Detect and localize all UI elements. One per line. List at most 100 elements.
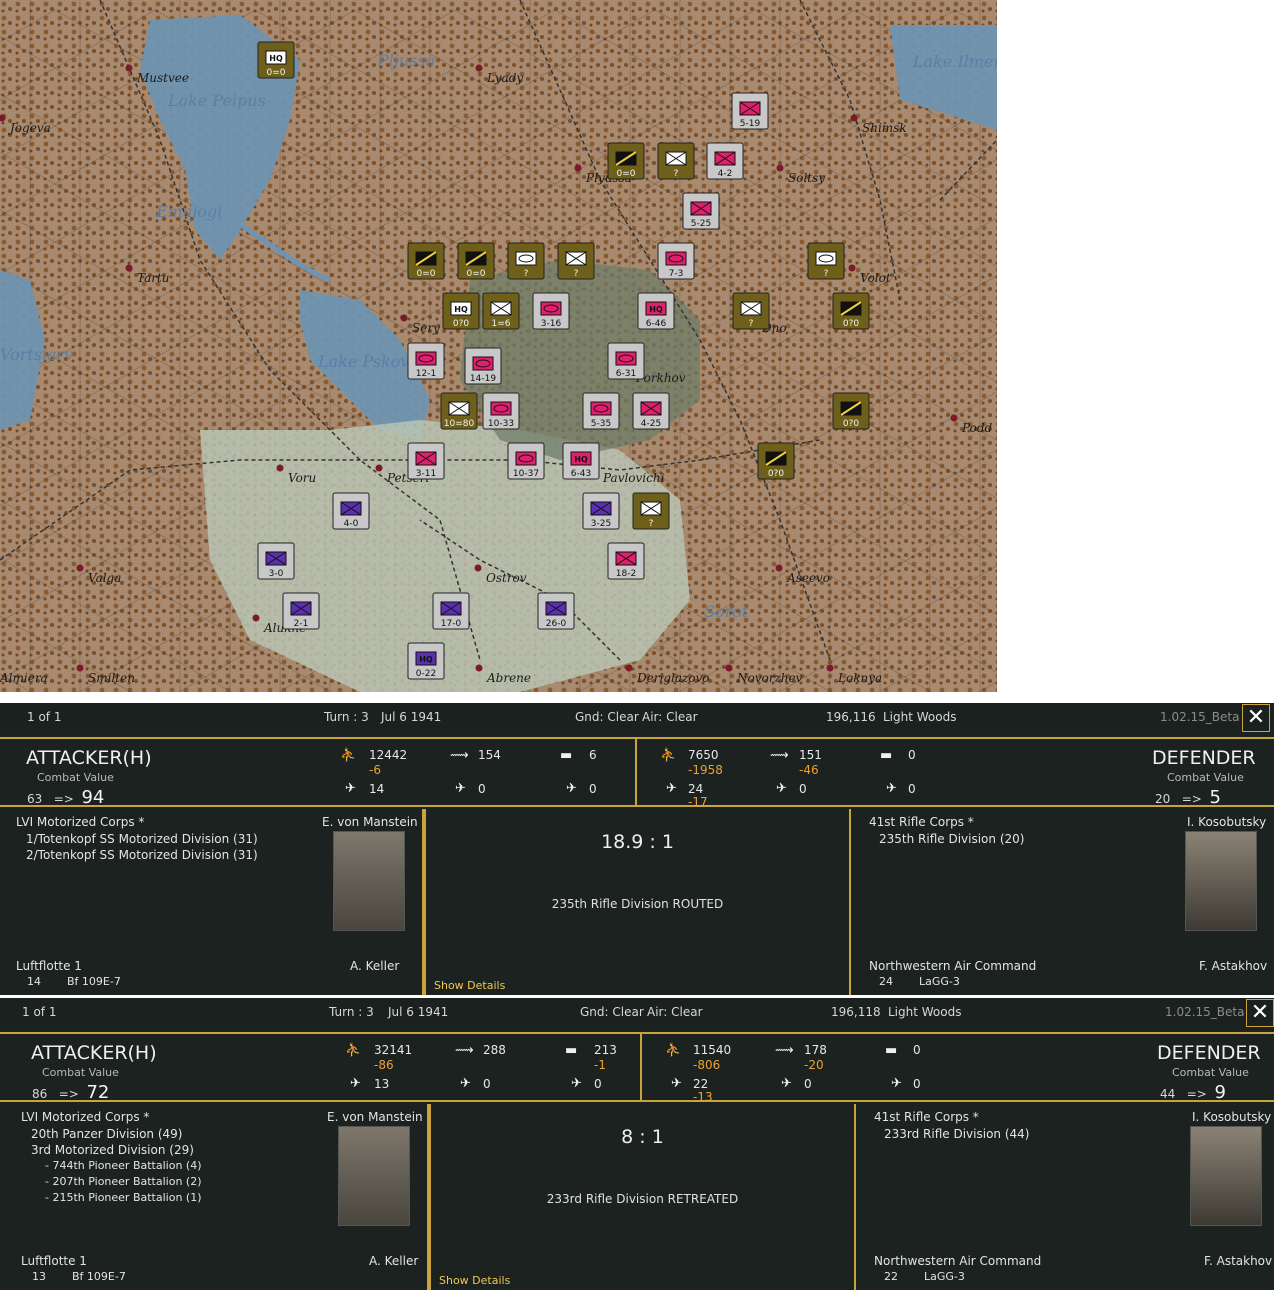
- svg-text:14-19: 14-19: [470, 374, 496, 384]
- town-marker: [76, 664, 84, 672]
- unit-counter[interactable]: 4-2: [706, 142, 744, 180]
- unit-counter[interactable]: HQ 6-46: [637, 292, 675, 330]
- date-label: Jul 6 1941: [381, 710, 442, 724]
- turn-label: Turn : 3: [329, 1005, 374, 1019]
- transport-icon: ✈: [571, 1076, 582, 1091]
- unit-counter[interactable]: 3-16: [532, 292, 570, 330]
- attacker-subunit[interactable]: - 744th Pioneer Battalion (4): [45, 1159, 202, 1172]
- attacker-box: LVI Motorized Corps * 20th Panzer Divisi…: [0, 1104, 429, 1290]
- unit-counter[interactable]: 3-11: [407, 442, 445, 480]
- place-label: Sery: [412, 321, 440, 335]
- unit-counter[interactable]: 10=80: [440, 392, 478, 430]
- defender-unit[interactable]: 233rd Rifle Division (44): [884, 1127, 1029, 1141]
- unit-counter[interactable]: ?: [657, 142, 695, 180]
- svg-text:2-1: 2-1: [294, 619, 309, 629]
- svg-text:0?0: 0?0: [843, 319, 860, 329]
- attacker-subunit[interactable]: - 215th Pioneer Battalion (1): [45, 1191, 202, 1204]
- unit-counter[interactable]: 17-0: [432, 592, 470, 630]
- town-marker: [775, 564, 783, 572]
- unit-counter[interactable]: 5-35: [582, 392, 620, 430]
- strategic-map[interactable]: Mustvee Lake Peipus Jogeva Pljussa Lyady Lake…: [0, 0, 997, 692]
- unit-counter[interactable]: HQ 0-22: [407, 642, 445, 680]
- unit-counter[interactable]: 14-19: [464, 347, 502, 385]
- town-marker: [276, 464, 284, 472]
- unit-counter[interactable]: ?: [807, 242, 845, 280]
- svg-text:?: ?: [824, 269, 829, 279]
- unit-counter[interactable]: 6-31: [607, 342, 645, 380]
- unit-counter[interactable]: 0=0: [607, 142, 645, 180]
- turn-label: Turn : 3: [324, 710, 369, 724]
- attacker-guns: 154: [478, 748, 501, 762]
- attacker-cv-label: Combat Value: [42, 1066, 119, 1079]
- transport-icon: ✈: [891, 1076, 902, 1091]
- unit-counter[interactable]: ?: [732, 292, 770, 330]
- defender-air-1-loss: -17: [688, 795, 708, 809]
- unit-counter[interactable]: 0?0: [832, 392, 870, 430]
- unit-counter[interactable]: HQ 6-43: [562, 442, 600, 480]
- unit-counter[interactable]: 5-25: [682, 192, 720, 230]
- attacker-air-3: 0: [594, 1077, 602, 1091]
- attacker-cv: 63 => 94: [27, 787, 105, 808]
- attacker-unit[interactable]: 2/Totenkopf SS Motorized Division (31): [26, 848, 258, 862]
- unit-counter[interactable]: 4-0: [332, 492, 370, 530]
- attacker-unit[interactable]: 1/Totenkopf SS Motorized Division (31): [26, 832, 258, 846]
- unit-counter[interactable]: 0?0: [832, 292, 870, 330]
- show-details-link[interactable]: Show Details: [439, 1274, 510, 1287]
- unit-counter[interactable]: ?: [557, 242, 595, 280]
- unit-counter[interactable]: 2-1: [282, 592, 320, 630]
- unit-counter[interactable]: ?: [632, 492, 670, 530]
- unit-counter[interactable]: 0=0: [457, 242, 495, 280]
- svg-text:7-3: 7-3: [669, 269, 684, 279]
- unit-counter[interactable]: 7-3: [657, 242, 695, 280]
- combat-values-row: ATTACKER(H) Combat Value 86 => 72 ⛹ 3214…: [0, 1032, 1274, 1104]
- tank-icon: ▬: [885, 1043, 898, 1058]
- attacker-unit[interactable]: 3rd Motorized Division (29): [31, 1143, 194, 1157]
- defender-air-2: 0: [804, 1077, 812, 1091]
- combat-result: 235th Rifle Division ROUTED: [551, 897, 724, 911]
- town-marker: [850, 114, 858, 122]
- place-label: Pljussa: [377, 51, 435, 70]
- unit-counter[interactable]: 0=0: [407, 242, 445, 280]
- combat-report-2: 1 of 1 Turn : 3 Jul 6 1941 Gnd: Clear Ai…: [0, 998, 1274, 1290]
- combat-details-row: LVI Motorized Corps * 20th Panzer Divisi…: [0, 1104, 1274, 1290]
- svg-text:6-43: 6-43: [571, 469, 591, 479]
- unit-counter[interactable]: 3-0: [257, 542, 295, 580]
- svg-text:?: ?: [674, 169, 679, 179]
- unit-counter[interactable]: 0?0: [757, 442, 795, 480]
- unit-counter[interactable]: 4-25: [632, 392, 670, 430]
- hex-coordinates: 196,116: [826, 710, 876, 724]
- unit-counter[interactable]: ?: [507, 242, 545, 280]
- svg-text:10=80: 10=80: [444, 419, 475, 429]
- close-button[interactable]: ✕: [1246, 999, 1274, 1027]
- close-button[interactable]: ✕: [1242, 704, 1270, 732]
- unit-counter[interactable]: 5-19: [731, 92, 769, 130]
- svg-text:0?0: 0?0: [768, 469, 785, 479]
- attacker-air-1: 14: [369, 782, 385, 796]
- unit-counter[interactable]: HQ 0=0: [257, 41, 295, 79]
- report-header: 1 of 1 Turn : 3 Jul 6 1941 Gnd: Clear Ai…: [0, 703, 1274, 733]
- attacker-subunit[interactable]: - 207th Pioneer Battalion (2): [45, 1175, 202, 1188]
- attacker-unit[interactable]: 20th Panzer Division (49): [31, 1127, 182, 1141]
- air-condition: Air: Clear: [642, 710, 698, 724]
- fighter-icon: ✈: [345, 781, 356, 796]
- svg-text:3-16: 3-16: [541, 319, 562, 329]
- unit-counter[interactable]: 26-0: [537, 592, 575, 630]
- show-details-link[interactable]: Show Details: [434, 979, 505, 992]
- unit-counter[interactable]: 3-25: [582, 492, 620, 530]
- unit-counter[interactable]: 18-2: [607, 542, 645, 580]
- unit-counter[interactable]: HQ 0?0: [442, 292, 480, 330]
- unit-counter[interactable]: 10-33: [482, 392, 520, 430]
- unit-counter[interactable]: 1=6: [482, 292, 520, 330]
- unit-counter[interactable]: 12-1: [407, 342, 445, 380]
- defender-unit[interactable]: 235th Rifle Division (20): [879, 832, 1024, 846]
- town-marker: [125, 264, 133, 272]
- svg-text:?: ?: [574, 269, 579, 279]
- report-header: 1 of 1 Turn : 3 Jul 6 1941 Gnd: Clear Ai…: [0, 998, 1274, 1028]
- defender-leader-portrait: [1190, 1126, 1262, 1226]
- combat-details-row: LVI Motorized Corps * 1/Totenkopf SS Mot…: [0, 809, 1274, 995]
- bomber-icon: ✈: [460, 1076, 471, 1091]
- defender-guns-loss: -46: [799, 763, 819, 777]
- attacker-air-hq: Luftflotte 1: [21, 1254, 87, 1268]
- unit-counter[interactable]: 10-37: [507, 442, 545, 480]
- attacker-leader-name: E. von Manstein: [327, 1110, 423, 1124]
